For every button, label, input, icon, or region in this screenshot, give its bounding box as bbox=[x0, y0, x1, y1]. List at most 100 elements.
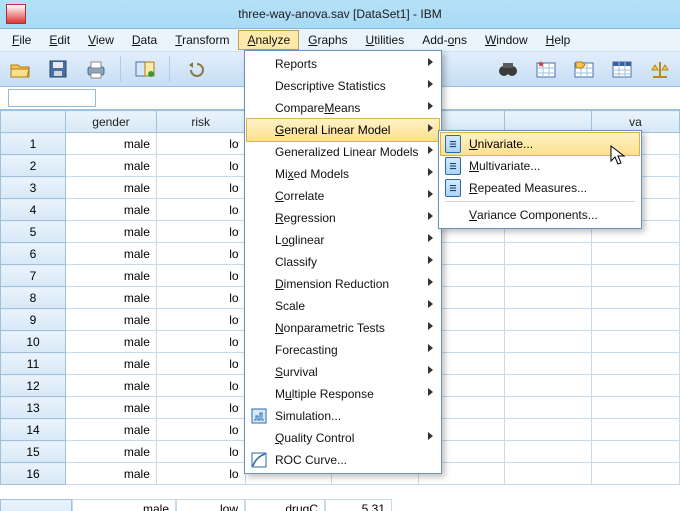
cell[interactable]: lo bbox=[156, 199, 245, 221]
name-box[interactable] bbox=[8, 89, 96, 107]
cell[interactable] bbox=[591, 309, 679, 331]
cell[interactable] bbox=[591, 397, 679, 419]
menu-file[interactable]: File bbox=[4, 31, 39, 49]
cell[interactable]: male bbox=[66, 133, 157, 155]
cell[interactable]: male bbox=[66, 199, 157, 221]
cell[interactable]: male bbox=[66, 155, 157, 177]
menu-item-loglinear[interactable]: Loglinear bbox=[247, 229, 439, 251]
menu-data[interactable]: Data bbox=[124, 31, 165, 49]
row-header[interactable]: 7 bbox=[1, 265, 66, 287]
cell[interactable]: male bbox=[66, 397, 157, 419]
menu-item-nonparametric-tests[interactable]: Nonparametric Tests bbox=[247, 317, 439, 339]
open-button[interactable] bbox=[6, 55, 34, 83]
menu-item-univariate[interactable]: ☰Univariate... bbox=[441, 133, 639, 155]
corner-cell[interactable] bbox=[1, 111, 66, 133]
cell[interactable]: lo bbox=[156, 287, 245, 309]
cell[interactable]: male bbox=[66, 309, 157, 331]
menu-graphs[interactable]: Graphs bbox=[300, 31, 355, 49]
menu-item-compare-means[interactable]: Compare Means bbox=[247, 97, 439, 119]
save-button[interactable] bbox=[44, 55, 72, 83]
cell[interactable]: lo bbox=[156, 463, 245, 485]
cell[interactable]: lo bbox=[156, 419, 245, 441]
use-variable-sets-button[interactable] bbox=[608, 55, 636, 83]
recall-dialog-button[interactable] bbox=[131, 55, 159, 83]
cell[interactable] bbox=[505, 419, 592, 441]
menu-item-correlate[interactable]: Correlate bbox=[247, 185, 439, 207]
print-button[interactable] bbox=[82, 55, 110, 83]
cell[interactable]: male bbox=[66, 419, 157, 441]
menu-item-classify[interactable]: Classify bbox=[247, 251, 439, 273]
cell[interactable]: male bbox=[66, 221, 157, 243]
row-header[interactable]: 13 bbox=[1, 397, 66, 419]
cell[interactable]: lo bbox=[156, 155, 245, 177]
menu-help[interactable]: Help bbox=[538, 31, 579, 49]
cell[interactable] bbox=[505, 397, 592, 419]
cell[interactable] bbox=[591, 441, 679, 463]
cell[interactable] bbox=[505, 375, 592, 397]
cell[interactable] bbox=[505, 353, 592, 375]
cell[interactable]: lo bbox=[156, 397, 245, 419]
menu-item-multiple-response[interactable]: Multiple Response bbox=[247, 383, 439, 405]
row-header[interactable]: 4 bbox=[1, 199, 66, 221]
row-header[interactable]: 3 bbox=[1, 177, 66, 199]
menu-utilities[interactable]: Utilities bbox=[358, 31, 413, 49]
menu-item-variance-components[interactable]: Variance Components... bbox=[441, 204, 639, 226]
cell[interactable]: 5.31 bbox=[325, 499, 392, 511]
menu-item-scale[interactable]: Scale bbox=[247, 295, 439, 317]
menu-item-descriptive-statistics[interactable]: Descriptive Statistics bbox=[247, 75, 439, 97]
menu-item-general-linear-model[interactable]: General Linear Model bbox=[247, 119, 439, 141]
cell[interactable]: lo bbox=[156, 309, 245, 331]
cell[interactable]: male bbox=[66, 287, 157, 309]
cell[interactable] bbox=[591, 287, 679, 309]
cell[interactable]: lo bbox=[156, 331, 245, 353]
cell[interactable]: male bbox=[66, 265, 157, 287]
find-button[interactable] bbox=[494, 55, 522, 83]
row-header[interactable]: 14 bbox=[1, 419, 66, 441]
row-header[interactable]: 6 bbox=[1, 243, 66, 265]
cell[interactable] bbox=[591, 375, 679, 397]
cell[interactable] bbox=[505, 265, 592, 287]
value-labels-button[interactable] bbox=[570, 55, 598, 83]
menu-transform[interactable]: Transform bbox=[167, 31, 237, 49]
row-header[interactable]: 2 bbox=[1, 155, 66, 177]
cell[interactable]: male bbox=[66, 463, 157, 485]
menu-item-reports[interactable]: Reports bbox=[247, 53, 439, 75]
column-header-risk[interactable]: risk bbox=[156, 111, 245, 133]
menu-edit[interactable]: Edit bbox=[41, 31, 78, 49]
column-header-gender[interactable]: gender bbox=[66, 111, 157, 133]
menu-item-quality-control[interactable]: Quality Control bbox=[247, 427, 439, 449]
insert-cases-button[interactable] bbox=[532, 55, 560, 83]
cell[interactable]: male bbox=[66, 441, 157, 463]
menu-item-forecasting[interactable]: Forecasting bbox=[247, 339, 439, 361]
cell[interactable] bbox=[591, 243, 679, 265]
menu-window[interactable]: Window bbox=[477, 31, 536, 49]
cell[interactable]: male bbox=[66, 375, 157, 397]
cell[interactable] bbox=[505, 331, 592, 353]
cell[interactable] bbox=[505, 243, 592, 265]
cell[interactable]: lo bbox=[156, 133, 245, 155]
cell[interactable] bbox=[505, 287, 592, 309]
menu-item-generalized-linear-models[interactable]: Generalized Linear Models bbox=[247, 141, 439, 163]
menu-item-simulation[interactable]: Simulation... bbox=[247, 405, 439, 427]
cell[interactable] bbox=[505, 309, 592, 331]
menu-item-roc-curve[interactable]: ROC Curve... bbox=[247, 449, 439, 471]
row-header[interactable]: 10 bbox=[1, 331, 66, 353]
cell[interactable]: lo bbox=[156, 265, 245, 287]
cell[interactable] bbox=[591, 419, 679, 441]
cell[interactable] bbox=[591, 353, 679, 375]
undo-button[interactable] bbox=[180, 55, 208, 83]
cell[interactable]: lo bbox=[156, 353, 245, 375]
cell[interactable]: lo bbox=[156, 441, 245, 463]
row-header[interactable]: 16 bbox=[1, 463, 66, 485]
row-header[interactable]: 11 bbox=[1, 353, 66, 375]
cell[interactable]: lo bbox=[156, 177, 245, 199]
cell[interactable]: male bbox=[66, 353, 157, 375]
cell[interactable]: male bbox=[66, 177, 157, 199]
row-header[interactable]: 9 bbox=[1, 309, 66, 331]
menu-item-survival[interactable]: Survival bbox=[247, 361, 439, 383]
row-header[interactable]: 15 bbox=[1, 441, 66, 463]
cell[interactable] bbox=[591, 463, 679, 485]
cell[interactable]: male bbox=[72, 499, 176, 511]
cell[interactable]: drugC bbox=[245, 499, 325, 511]
row-header[interactable]: 1 bbox=[1, 133, 66, 155]
